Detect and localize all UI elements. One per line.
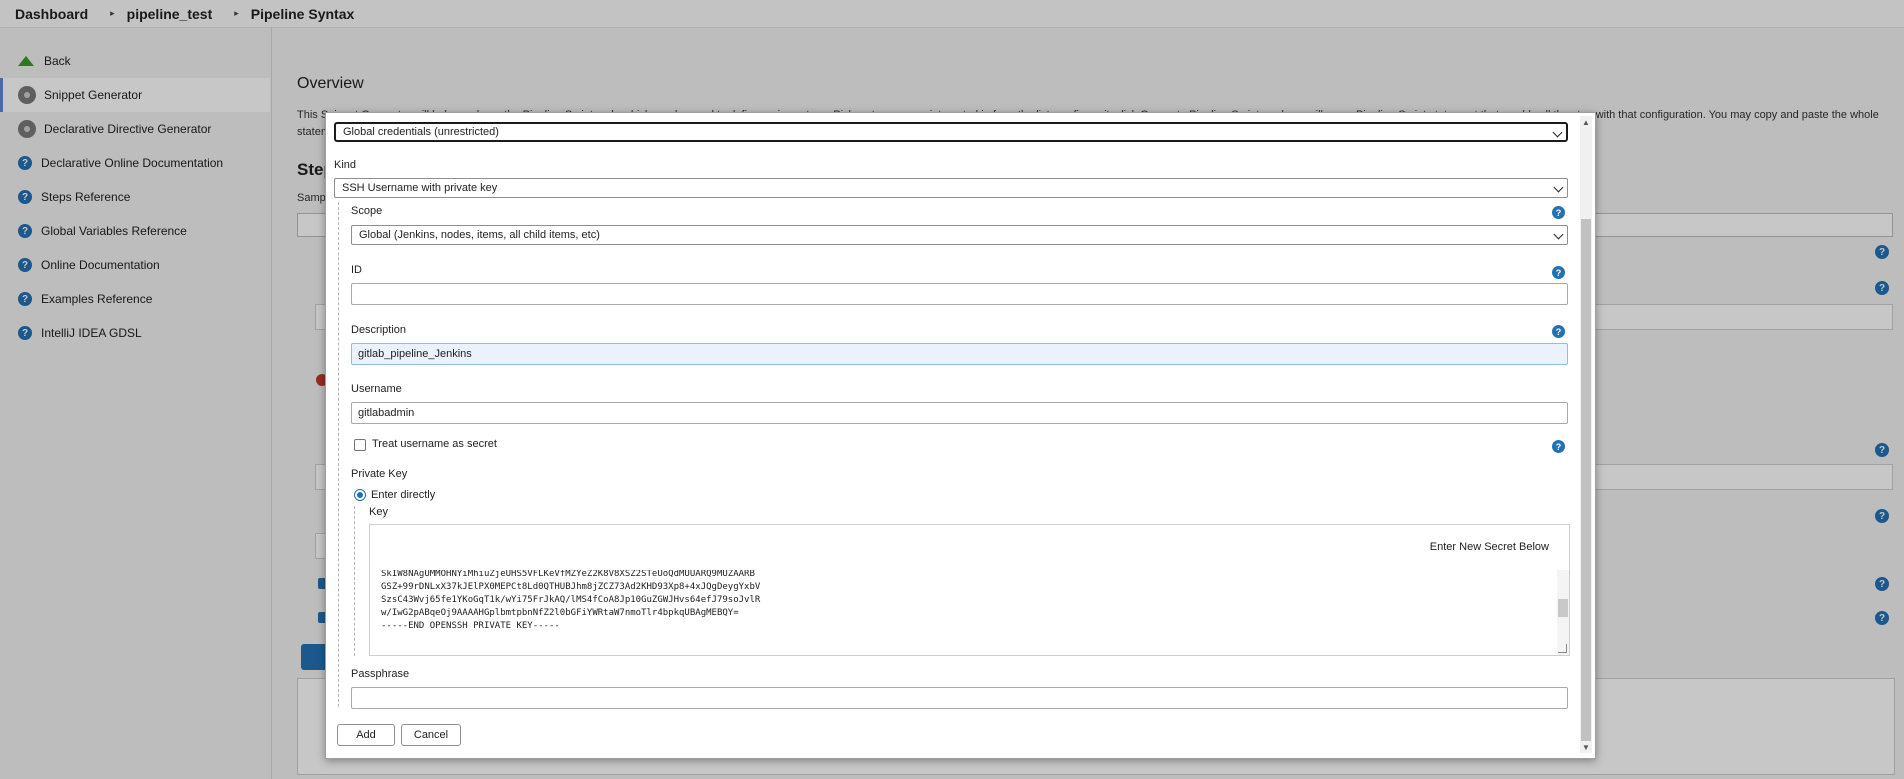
- key-label: Key: [369, 506, 388, 518]
- textarea-scrollbar[interactable]: [1557, 570, 1569, 655]
- chevron-down-icon: [1553, 229, 1564, 240]
- id-help-icon[interactable]: ?: [1552, 266, 1565, 279]
- treat-username-secret-label: Treat username as secret: [372, 438, 497, 450]
- domain-select[interactable]: Global credentials (unrestricted): [334, 122, 1568, 142]
- private-key-content: SkIW8NAgUMMOHNYiMhiuZjeUHS5VFLKeVfMZYeZ2…: [381, 570, 761, 631]
- enter-directly-radio[interactable]: [354, 489, 366, 501]
- treat-username-secret-checkbox[interactable]: [354, 439, 366, 451]
- scope-help-icon[interactable]: ?: [1552, 206, 1565, 219]
- enter-directly-label: Enter directly: [371, 489, 436, 501]
- scope-select[interactable]: Global (Jenkins, nodes, items, all child…: [351, 225, 1568, 245]
- scope-label: Scope: [351, 205, 383, 217]
- secret-prompt-box: Enter New Secret Below: [369, 524, 1570, 572]
- private-key-label: Private Key: [351, 468, 408, 480]
- nested-indent-line: [338, 202, 339, 707]
- passphrase-label: Passphrase: [351, 668, 410, 680]
- chevron-down-icon: [1553, 182, 1564, 193]
- scroll-down-icon[interactable]: ▼: [1580, 741, 1592, 753]
- private-key-textarea[interactable]: SkIW8NAgUMMOHNYiMhiuZjeUHS5VFLKeVfMZYeZ2…: [369, 570, 1570, 656]
- id-label: ID: [351, 264, 362, 276]
- description-input[interactable]: gitlab_pipeline_Jenkins: [351, 343, 1568, 365]
- textarea-scroll-thumb[interactable]: [1558, 599, 1568, 617]
- id-input[interactable]: [351, 283, 1568, 305]
- description-help-icon[interactable]: ?: [1552, 325, 1565, 338]
- key-indent-line: [354, 506, 355, 656]
- description-label: Description: [351, 324, 407, 336]
- secret-prompt-text: Enter New Secret Below: [1429, 541, 1549, 553]
- chevron-down-icon: [1552, 127, 1563, 138]
- kind-label: Kind: [334, 159, 357, 171]
- treat-secret-help-icon[interactable]: ?: [1552, 440, 1565, 453]
- scroll-up-icon[interactable]: ▲: [1580, 116, 1592, 128]
- passphrase-input[interactable]: [351, 687, 1568, 709]
- cancel-button[interactable]: Cancel: [401, 724, 461, 746]
- username-input[interactable]: gitlabadmin: [351, 402, 1568, 424]
- resize-grip-icon[interactable]: [1558, 644, 1567, 653]
- add-credentials-dialog: [325, 112, 1596, 759]
- dialog-scrollbar[interactable]: ▲ ▼: [1580, 116, 1592, 753]
- username-label: Username: [351, 383, 402, 395]
- dialog-scroll-thumb[interactable]: [1581, 219, 1591, 741]
- add-button[interactable]: Add: [337, 724, 395, 746]
- kind-select[interactable]: SSH Username with private key: [334, 178, 1568, 198]
